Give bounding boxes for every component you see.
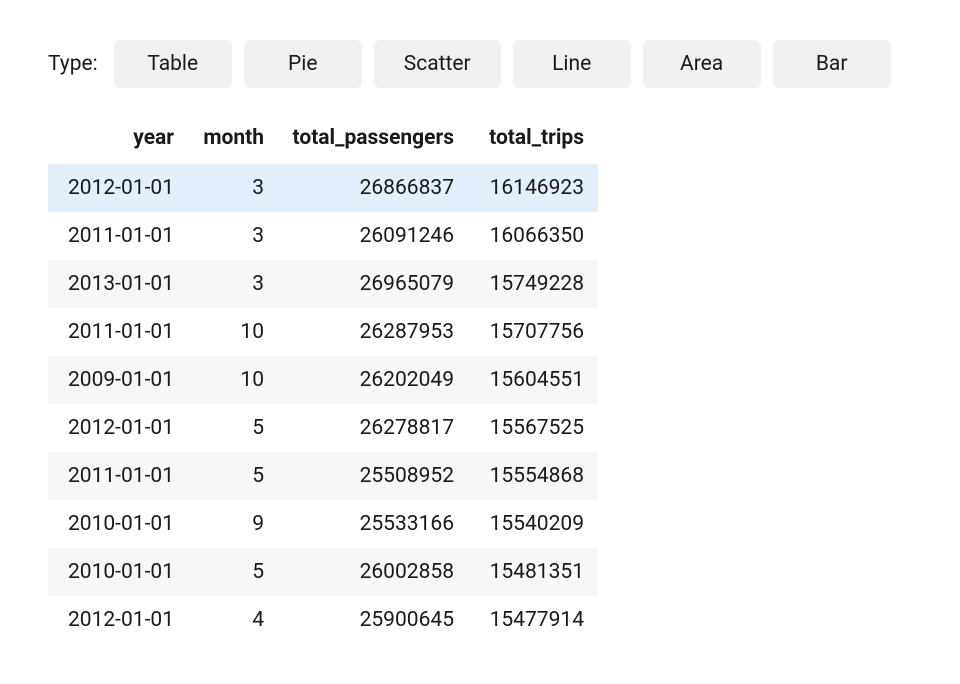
cell-total-trips: 15477914 — [468, 596, 598, 644]
cell-total-passengers: 25533166 — [278, 500, 468, 548]
cell-total-passengers: 26202049 — [278, 356, 468, 404]
cell-total-trips: 15567525 — [468, 404, 598, 452]
table-row[interactable]: 2013-01-01 3 26965079 15749228 — [48, 260, 598, 308]
cell-total-trips: 15554868 — [468, 452, 598, 500]
table-row[interactable]: 2011-01-01 5 25508952 15554868 — [48, 452, 598, 500]
cell-year: 2013-01-01 — [48, 260, 188, 308]
cell-total-trips: 15540209 — [468, 500, 598, 548]
table-row[interactable]: 2010-01-01 5 26002858 15481351 — [48, 548, 598, 596]
cell-year: 2011-01-01 — [48, 308, 188, 356]
cell-year: 2011-01-01 — [48, 212, 188, 260]
cell-total-trips: 15604551 — [468, 356, 598, 404]
table-body: 2012-01-01 3 26866837 16146923 2011-01-0… — [48, 164, 598, 644]
cell-total-trips: 16146923 — [468, 164, 598, 212]
cell-total-passengers: 26866837 — [278, 164, 468, 212]
table-header-row: year month total_passengers total_trips — [48, 116, 598, 164]
cell-total-passengers: 25508952 — [278, 452, 468, 500]
cell-month: 3 — [188, 260, 278, 308]
cell-year: 2012-01-01 — [48, 164, 188, 212]
cell-total-passengers: 26287953 — [278, 308, 468, 356]
cell-total-trips: 15749228 — [468, 260, 598, 308]
table-row[interactable]: 2011-01-01 3 26091246 16066350 — [48, 212, 598, 260]
column-header-total-trips[interactable]: total_trips — [468, 116, 598, 164]
table-row[interactable]: 2011-01-01 10 26287953 15707756 — [48, 308, 598, 356]
cell-year: 2011-01-01 — [48, 452, 188, 500]
column-header-month[interactable]: month — [188, 116, 278, 164]
cell-total-trips: 15707756 — [468, 308, 598, 356]
cell-year: 2010-01-01 — [48, 500, 188, 548]
cell-month: 3 — [188, 212, 278, 260]
cell-total-trips: 15481351 — [468, 548, 598, 596]
cell-total-passengers: 26278817 — [278, 404, 468, 452]
cell-month: 4 — [188, 596, 278, 644]
cell-month: 5 — [188, 548, 278, 596]
cell-total-trips: 16066350 — [468, 212, 598, 260]
cell-year: 2012-01-01 — [48, 404, 188, 452]
cell-total-passengers: 26965079 — [278, 260, 468, 308]
table-row[interactable]: 2012-01-01 5 26278817 15567525 — [48, 404, 598, 452]
cell-total-passengers: 26091246 — [278, 212, 468, 260]
type-selector-row: Type: Table Pie Scatter Line Area Bar — [48, 40, 912, 88]
type-button-scatter[interactable]: Scatter — [374, 40, 501, 88]
cell-total-passengers: 25900645 — [278, 596, 468, 644]
type-button-line[interactable]: Line — [513, 40, 631, 88]
cell-month: 3 — [188, 164, 278, 212]
table-row[interactable]: 2012-01-01 3 26866837 16146923 — [48, 164, 598, 212]
cell-month: 5 — [188, 452, 278, 500]
type-button-table[interactable]: Table — [114, 40, 232, 88]
column-header-year[interactable]: year — [48, 116, 188, 164]
cell-month: 10 — [188, 308, 278, 356]
cell-month: 9 — [188, 500, 278, 548]
type-button-pie[interactable]: Pie — [244, 40, 362, 88]
type-button-area[interactable]: Area — [643, 40, 761, 88]
type-button-bar[interactable]: Bar — [773, 40, 891, 88]
cell-total-passengers: 26002858 — [278, 548, 468, 596]
cell-month: 10 — [188, 356, 278, 404]
table-row[interactable]: 2010-01-01 9 25533166 15540209 — [48, 500, 598, 548]
type-label: Type: — [48, 52, 98, 76]
data-table: year month total_passengers total_trips … — [48, 116, 598, 644]
cell-month: 5 — [188, 404, 278, 452]
table-row[interactable]: 2009-01-01 10 26202049 15604551 — [48, 356, 598, 404]
cell-year: 2010-01-01 — [48, 548, 188, 596]
cell-year: 2009-01-01 — [48, 356, 188, 404]
cell-year: 2012-01-01 — [48, 596, 188, 644]
column-header-total-passengers[interactable]: total_passengers — [278, 116, 468, 164]
table-row[interactable]: 2012-01-01 4 25900645 15477914 — [48, 596, 598, 644]
